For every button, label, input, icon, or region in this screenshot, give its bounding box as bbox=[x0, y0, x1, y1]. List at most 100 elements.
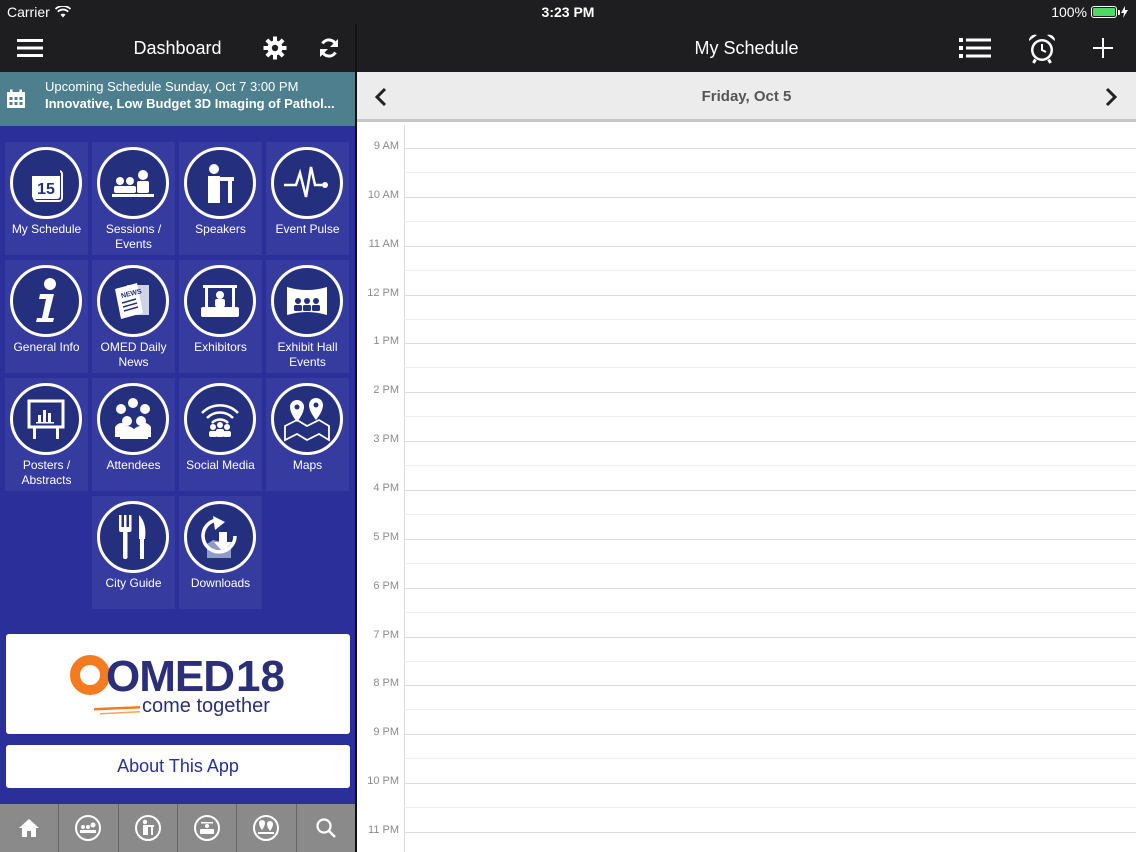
hour-label: 6 PM bbox=[373, 579, 399, 592]
people-icon bbox=[115, 398, 151, 439]
hour-line bbox=[404, 392, 1136, 394]
hour-label: 1 PM bbox=[373, 335, 399, 348]
omed-logo-banner[interactable]: OMED 18 come together bbox=[6, 634, 350, 734]
half-hour-line bbox=[404, 318, 1136, 320]
hour-slot[interactable]: 7 PM bbox=[357, 629, 1136, 686]
tile-sessions-events[interactable]: Sessions / Events bbox=[92, 142, 175, 255]
hour-line bbox=[404, 734, 1136, 736]
battery-icon bbox=[1091, 6, 1120, 18]
speaker-podium-icon bbox=[208, 164, 234, 203]
next-day-button[interactable] bbox=[1099, 84, 1123, 110]
tile-omed-daily-news[interactable]: NEWS OMED Daily News bbox=[92, 260, 175, 373]
tile-maps[interactable]: Maps bbox=[266, 378, 349, 491]
tile-downloads[interactable]: Downloads bbox=[179, 496, 262, 609]
tile-label: General Info bbox=[13, 340, 80, 354]
hour-label: 2 PM bbox=[373, 384, 399, 397]
half-hour-line bbox=[404, 513, 1136, 515]
hour-slot[interactable]: 8 PM bbox=[357, 677, 1136, 734]
tab-exhibitors[interactable] bbox=[178, 804, 238, 852]
hour-line bbox=[404, 783, 1136, 785]
tile-city-guide[interactable]: City Guide bbox=[92, 496, 175, 609]
tab-sessions[interactable] bbox=[59, 804, 119, 852]
hour-slot[interactable]: 1 PM bbox=[357, 335, 1136, 392]
newspaper-icon: NEWS bbox=[115, 283, 149, 319]
half-hour-line bbox=[404, 269, 1136, 271]
current-day-label: Friday, Oct 5 bbox=[701, 88, 792, 105]
upcoming-schedule-banner[interactable]: Upcoming Schedule Sunday, Oct 7 3:00 PM … bbox=[0, 72, 355, 126]
hour-label: 12 PM bbox=[367, 286, 399, 299]
hour-slot[interactable]: 6 PM bbox=[357, 580, 1136, 637]
hour-slot[interactable]: 3 PM bbox=[357, 433, 1136, 490]
tab-speakers[interactable] bbox=[119, 804, 178, 852]
tile-exhibit-hall-events[interactable]: Exhibit Hall Events bbox=[266, 260, 349, 373]
hour-line bbox=[404, 489, 1136, 491]
tile-label: Sessions / Events bbox=[105, 222, 162, 251]
half-hour-line bbox=[404, 562, 1136, 564]
tile-event-pulse[interactable]: Event Pulse bbox=[266, 142, 349, 255]
list-view-button[interactable] bbox=[957, 34, 993, 62]
hour-slot[interactable]: 12 PM bbox=[357, 287, 1136, 344]
tile-social-media[interactable]: Social Media bbox=[179, 378, 262, 491]
hour-slot[interactable]: 11 AM bbox=[357, 238, 1136, 295]
tile-label: My Schedule bbox=[11, 222, 82, 236]
tab-search[interactable] bbox=[297, 804, 355, 852]
pulse-icon bbox=[284, 166, 328, 198]
hour-slot[interactable]: 10 PM bbox=[357, 775, 1136, 832]
hour-line bbox=[404, 196, 1136, 198]
day-navigator: Friday, Oct 5 bbox=[357, 72, 1136, 122]
hour-label: 9 AM bbox=[373, 140, 399, 152]
clock: 3:23 PM bbox=[541, 4, 595, 20]
alarm-clock-icon bbox=[1028, 34, 1056, 64]
hour-line bbox=[404, 245, 1136, 247]
hour-line bbox=[404, 148, 1136, 149]
half-hour-line bbox=[404, 465, 1136, 467]
half-hour-line bbox=[404, 660, 1136, 662]
half-hour-line bbox=[404, 172, 1136, 173]
about-this-app-button[interactable]: About This App bbox=[6, 745, 350, 788]
hour-slot[interactable]: 11 PM bbox=[357, 824, 1136, 852]
half-hour-line bbox=[404, 416, 1136, 418]
hour-line bbox=[404, 538, 1136, 540]
dashboard-panel: Dashboard Upcoming Schedule Sunday, Oct … bbox=[0, 24, 355, 852]
hour-slot[interactable]: 5 PM bbox=[357, 531, 1136, 588]
reminders-button[interactable] bbox=[1025, 32, 1059, 64]
tile-label: Attendees bbox=[106, 458, 161, 472]
svg-text:15: 15 bbox=[37, 181, 55, 198]
omed-18-logo: OMED 18 come together bbox=[70, 652, 285, 717]
hour-line bbox=[404, 587, 1136, 589]
tile-my-schedule[interactable]: 15 My Schedule bbox=[5, 142, 88, 255]
schedule-header: My Schedule bbox=[357, 24, 1136, 72]
bottom-tab-bar bbox=[0, 804, 355, 852]
hour-label: 5 PM bbox=[373, 530, 399, 543]
gear-icon bbox=[263, 36, 287, 60]
audience-icon bbox=[75, 815, 102, 841]
chevron-right-icon bbox=[1105, 87, 1118, 107]
schedule-title: My Schedule bbox=[694, 38, 799, 58]
half-hour-line bbox=[404, 367, 1136, 369]
tile-exhibitors[interactable]: Exhibitors bbox=[179, 260, 262, 373]
settings-button[interactable] bbox=[260, 34, 290, 62]
hour-slot[interactable]: 9 AM bbox=[357, 140, 1136, 197]
hour-slot[interactable]: 9 PM bbox=[357, 726, 1136, 783]
hour-slot[interactable]: 10 AM bbox=[357, 189, 1136, 246]
hour-label: 3 PM bbox=[373, 433, 399, 446]
tile-label: OMED Daily News bbox=[100, 340, 167, 369]
battery-percent: 100% bbox=[1051, 4, 1087, 20]
hour-slot[interactable]: 2 PM bbox=[357, 384, 1136, 441]
search-icon bbox=[316, 818, 336, 838]
list-icon bbox=[959, 38, 991, 58]
schedule-panel: My Schedule Friday, Oct 5 9 AM 10 AM 11 AM… bbox=[357, 24, 1136, 852]
add-event-button[interactable] bbox=[1089, 34, 1117, 62]
tile-label: Maps bbox=[292, 458, 323, 472]
hour-line bbox=[404, 636, 1136, 638]
tab-maps[interactable] bbox=[237, 804, 297, 852]
tile-posters-abstracts[interactable]: Posters / Abstracts bbox=[5, 378, 88, 491]
tab-home[interactable] bbox=[0, 804, 60, 852]
day-timeline[interactable]: 9 AM 10 AM 11 AM 12 PM 1 PM 2 PM 3 PM 4 PM 5 PM 6… bbox=[357, 125, 1136, 852]
tile-speakers[interactable]: Speakers bbox=[179, 142, 262, 255]
tile-attendees[interactable]: Attendees bbox=[92, 378, 175, 491]
refresh-button[interactable] bbox=[314, 34, 344, 62]
hour-label: 4 PM bbox=[373, 481, 399, 494]
hour-slot[interactable]: 4 PM bbox=[357, 482, 1136, 539]
tile-general-info[interactable]: General Info bbox=[5, 260, 88, 373]
